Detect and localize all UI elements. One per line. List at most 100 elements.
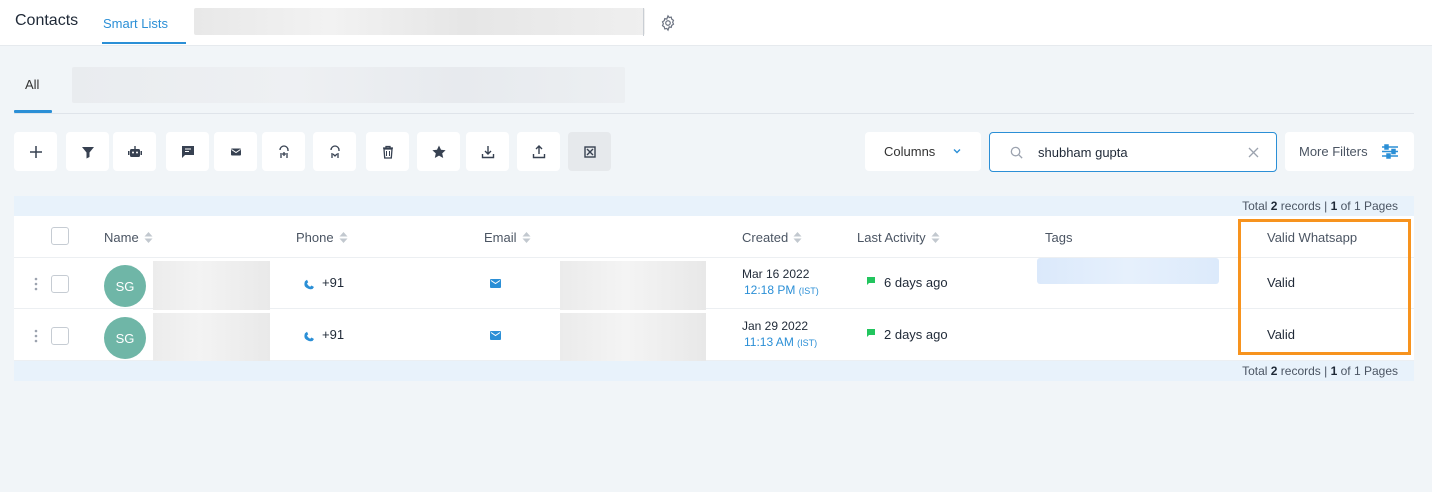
add-to-list-button[interactable]: [262, 132, 305, 171]
timezone-label: (IST): [798, 286, 819, 296]
contact-phone[interactable]: +91: [322, 327, 344, 342]
table-row[interactable]: SG +91 Jan 29 2022 11:13 AM (IST) 2 days…: [14, 310, 1414, 362]
tab-all[interactable]: All: [25, 77, 39, 92]
last-activity: 2 days ago: [884, 327, 948, 342]
remove-from-list-button[interactable]: [313, 132, 356, 171]
timezone-label: (IST): [797, 338, 818, 348]
pager-suffix: of 1 Pages: [1337, 364, 1398, 378]
table-header: Name Phone Email Created Last Activity T…: [14, 216, 1414, 258]
column-header-created[interactable]: Created: [742, 230, 802, 245]
add-contact-button[interactable]: [14, 132, 57, 171]
more-vertical-icon[interactable]: [34, 276, 38, 292]
sort-icon: [931, 232, 940, 243]
chevron-down-icon: [953, 149, 961, 154]
redacted-filter-tabs: [72, 67, 625, 103]
filter-button[interactable]: [66, 132, 109, 171]
redacted-contact-email: [560, 313, 706, 362]
search-input[interactable]: [1038, 145, 1238, 160]
add-to-list-icon: [278, 144, 289, 158]
sort-icon: [339, 232, 348, 243]
avatar: SG: [104, 265, 146, 307]
sort-icon: [522, 232, 531, 243]
delete-button[interactable]: [366, 132, 409, 171]
table-row[interactable]: SG +91 Mar 16 2022 12:18 PM (IST) 6 days…: [14, 258, 1414, 310]
created-time-value: 12:18 PM: [744, 283, 796, 297]
send-sms-button[interactable]: [166, 132, 209, 171]
more-filters-button[interactable]: More Filters: [1285, 132, 1414, 171]
mail-icon: [230, 148, 241, 155]
created-time: 11:13 AM (IST): [744, 335, 817, 349]
pager-mid: records |: [1277, 364, 1331, 378]
sort-icon: [144, 232, 153, 243]
import-icon: [481, 145, 494, 158]
robot-icon: [127, 145, 142, 157]
header-label: Email: [484, 230, 517, 245]
pagination-summary: Total 2 records | 1 of 1 Pages: [14, 361, 1414, 381]
trash-icon: [382, 145, 393, 159]
export-button[interactable]: [517, 132, 560, 171]
gear-icon[interactable]: [659, 14, 677, 32]
header-label: Last Activity: [857, 230, 926, 245]
pager-mid: records |: [1277, 199, 1331, 213]
page-title: Contacts: [15, 12, 79, 29]
sliders-icon: [1382, 144, 1398, 159]
pager-suffix: of 1 Pages: [1337, 199, 1398, 213]
message-icon: [181, 145, 194, 158]
select-all-checkbox[interactable]: [51, 227, 69, 245]
created-time-value: 11:13 AM: [744, 335, 794, 349]
column-header-email[interactable]: Email: [484, 230, 531, 245]
tab-active-indicator: [102, 42, 186, 44]
redacted-contact-name: [153, 313, 270, 362]
column-header-name[interactable]: Name: [104, 230, 153, 245]
created-date: Mar 16 2022: [742, 267, 810, 281]
phone-icon[interactable]: [304, 329, 317, 342]
export-icon: [532, 144, 545, 158]
header-label: Phone: [296, 230, 334, 245]
more-vertical-icon[interactable]: [34, 328, 38, 344]
star-icon: [431, 145, 446, 158]
filter-icon: [81, 146, 94, 158]
sms-activity-icon: [867, 329, 875, 337]
created-date: Jan 29 2022: [742, 319, 809, 333]
phone-icon[interactable]: [304, 277, 317, 290]
contact-phone[interactable]: +91: [322, 275, 344, 290]
tab-smart-lists[interactable]: Smart Lists: [103, 16, 168, 31]
mail-icon[interactable]: [490, 279, 501, 288]
pager-prefix: Total: [1242, 364, 1271, 378]
mail-icon[interactable]: [490, 331, 501, 340]
close-icon[interactable]: [1247, 146, 1260, 159]
plus-icon: [29, 145, 42, 158]
columns-dropdown[interactable]: Columns: [865, 132, 981, 171]
redacted-contact-name: [153, 261, 270, 310]
redacted-contact-email: [560, 261, 706, 310]
column-header-phone[interactable]: Phone: [296, 230, 348, 245]
favorite-button[interactable]: [417, 132, 460, 171]
column-header-tags: Tags: [1045, 230, 1072, 245]
row-checkbox[interactable]: [51, 275, 69, 293]
pagination-summary: Total 2 records | 1 of 1 Pages: [14, 196, 1414, 216]
column-highlight-box: [1238, 219, 1411, 355]
sort-icon: [793, 232, 802, 243]
search-icon: [1010, 146, 1023, 159]
merge-icon: [583, 145, 596, 158]
pager-prefix: Total: [1242, 199, 1271, 213]
last-activity: 6 days ago: [884, 275, 948, 290]
remove-from-list-icon: [329, 144, 340, 158]
sms-activity-icon: [867, 277, 875, 285]
header-label: Created: [742, 230, 789, 245]
row-checkbox[interactable]: [51, 327, 69, 345]
columns-label: Columns: [884, 144, 936, 159]
column-header-last-activity[interactable]: Last Activity: [857, 230, 940, 245]
send-email-button[interactable]: [214, 132, 257, 171]
header-label: Tags: [1045, 230, 1073, 245]
merge-button[interactable]: [568, 132, 611, 171]
automation-button[interactable]: [113, 132, 156, 171]
avatar: SG: [104, 317, 146, 359]
more-filters-label: More Filters: [1299, 144, 1368, 159]
redacted-smart-list-tabs: [194, 8, 645, 35]
redacted-tags: [1037, 258, 1219, 284]
created-time: 12:18 PM (IST): [744, 283, 819, 297]
divider: [643, 8, 644, 36]
import-button[interactable]: [466, 132, 509, 171]
search-field[interactable]: [989, 132, 1277, 172]
